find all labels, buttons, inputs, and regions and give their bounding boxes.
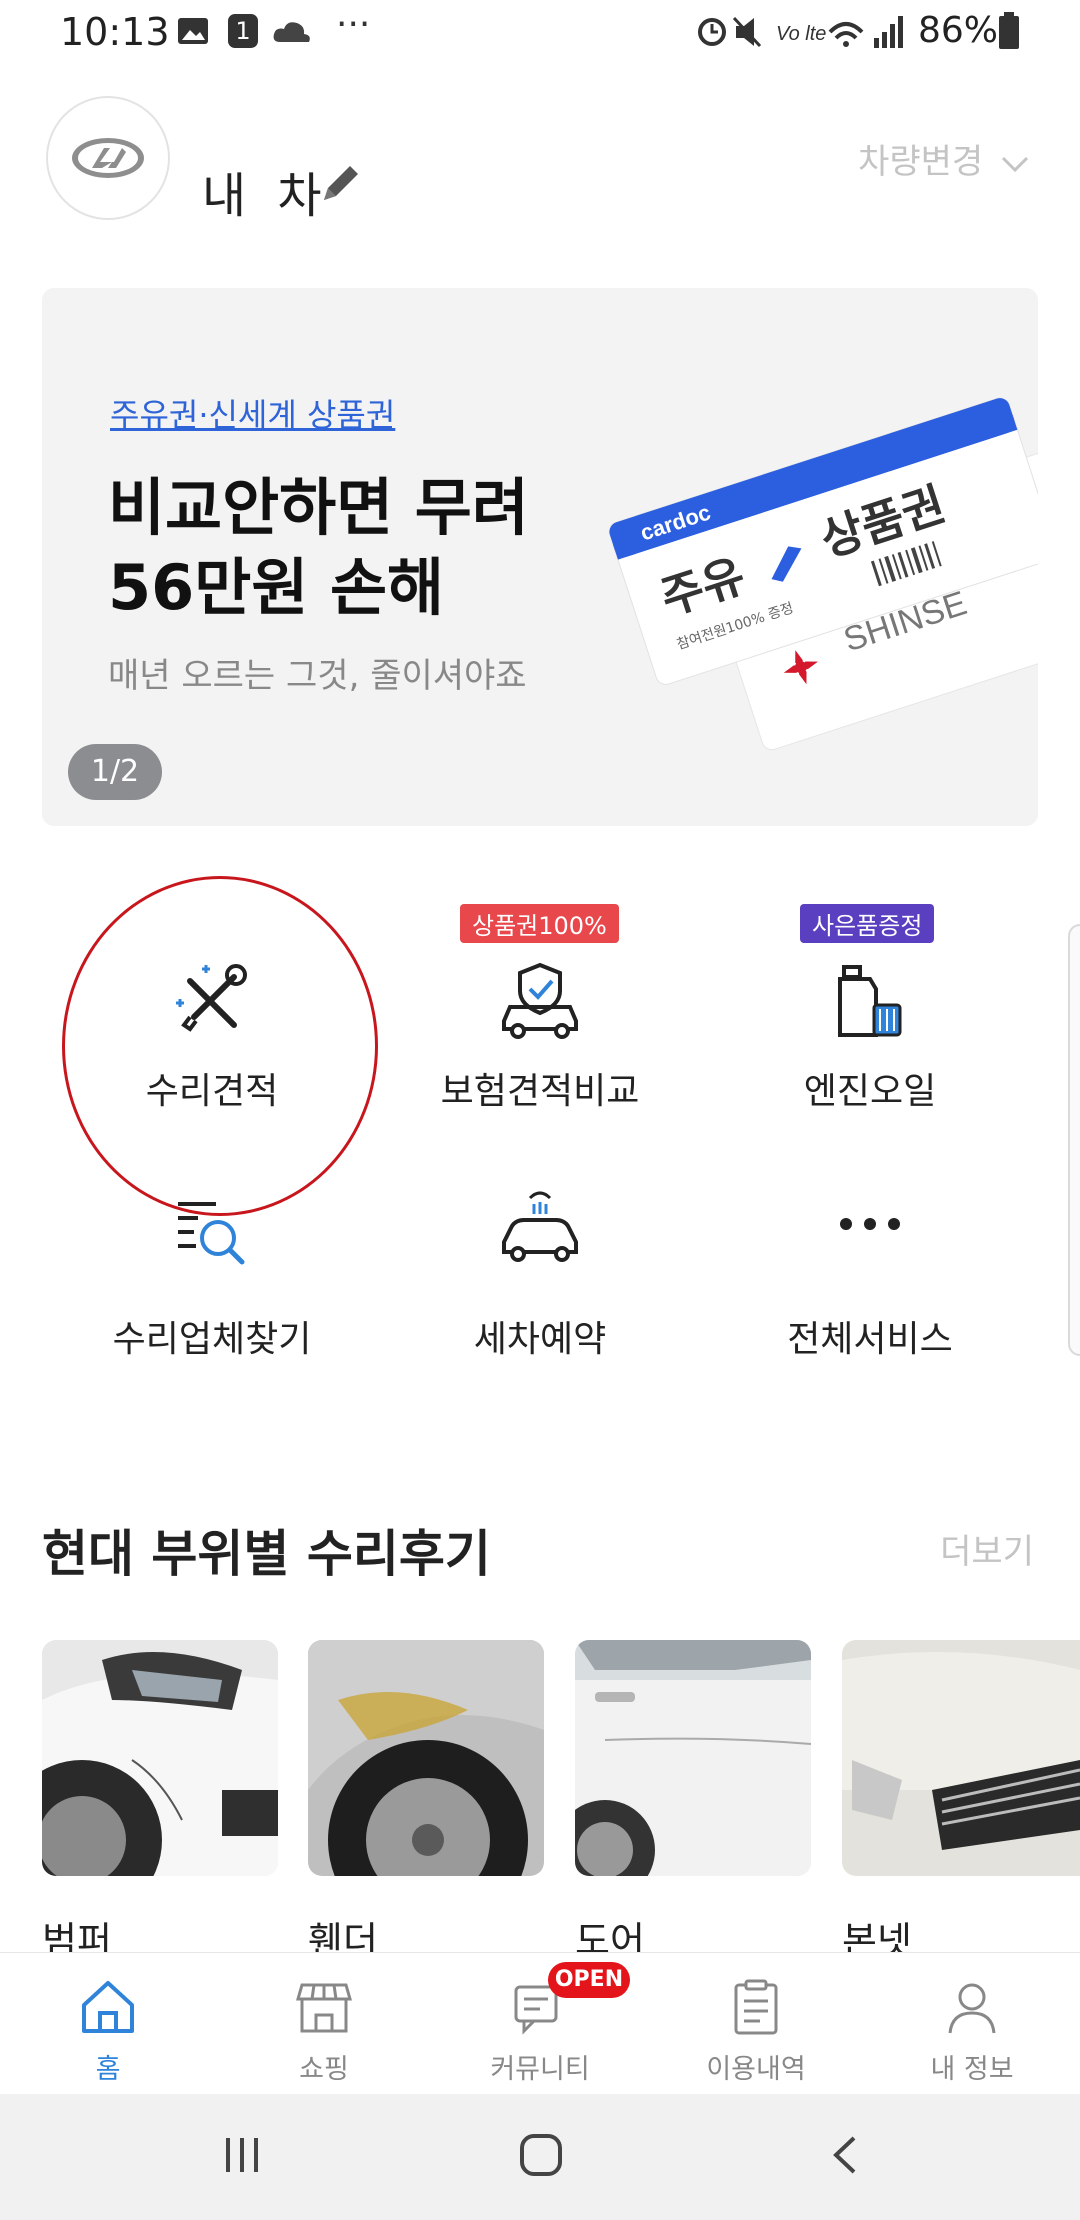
review-thumb-bumper[interactable]	[42, 1640, 278, 1876]
bumper-photo	[42, 1640, 278, 1876]
door-photo	[575, 1640, 811, 1876]
banner-tag[interactable]: 주유권·신세계 상품권	[110, 390, 395, 436]
banner-subtitle: 매년 오르는 그것, 줄이셔야죠	[108, 656, 527, 696]
reviews-section-title: 현대 부위별 수리후기	[42, 1525, 491, 1583]
store-icon	[296, 1983, 352, 2033]
review-thumb-fender[interactable]	[308, 1640, 544, 1876]
tab-home[interactable]: 홈	[0, 1953, 216, 2095]
battery-icon	[999, 12, 1019, 49]
status-bar: 10:13 1 ··· Vo lte 86%	[0, 0, 1080, 66]
hood-photo	[842, 1640, 1080, 1876]
more-dots-icon	[840, 1218, 900, 1230]
service-label: 세차예약	[473, 1319, 607, 1360]
car-wash-icon	[502, 1191, 578, 1262]
service-badge: 상품권100%	[460, 904, 619, 943]
tab-label: 홈	[95, 2054, 121, 2085]
service-car-wash[interactable]: 세차예약	[390, 1154, 690, 1374]
hyundai-logo-icon	[72, 138, 144, 178]
service-insurance-compare[interactable]: 상품권100% 보험견적비교	[390, 904, 690, 1124]
cloud-icon	[273, 22, 310, 42]
home-icon	[82, 1981, 134, 2033]
service-all-services[interactable]: 전체서비스	[720, 1154, 1020, 1374]
review-thumb-door[interactable]	[575, 1640, 811, 1876]
notification-count-icon: 1	[228, 14, 258, 48]
tab-label: 내 정보	[930, 2054, 1014, 2085]
battery-percent: 86%	[917, 10, 998, 51]
svg-text:Vo lte: Vo lte	[776, 23, 826, 45]
car-brand-avatar[interactable]	[46, 96, 170, 220]
service-label: 수리업체찾기	[112, 1319, 312, 1360]
car-title: 내 차	[202, 168, 330, 224]
fender-photo	[308, 1640, 544, 1876]
engine-oil-icon	[838, 965, 902, 1037]
community-open-badge: OPEN	[548, 1962, 630, 1998]
change-vehicle-button[interactable]: 차량변경	[858, 134, 1030, 183]
tab-my-info[interactable]: 내 정보	[864, 1953, 1080, 2095]
highlight-circle	[62, 876, 378, 1216]
tab-label: 이용내역	[706, 2054, 806, 2085]
home-button-icon[interactable]	[518, 2132, 564, 2178]
banner-page-counter: 1/2	[68, 744, 162, 800]
review-thumb-hood[interactable]	[842, 1640, 1080, 1876]
voucher-ticket-illustration: SHINSE cardoc 주유 상품권 참여전원100% 증정	[608, 397, 1038, 751]
reviews-more-link[interactable]: 더보기	[940, 1524, 1034, 1573]
gallery-icon	[178, 18, 208, 44]
back-icon[interactable]	[828, 2134, 862, 2176]
insurance-car-icon	[502, 962, 578, 1039]
service-label: 전체서비스	[787, 1319, 953, 1360]
tab-usage-history[interactable]: 이용내역	[648, 1953, 864, 2095]
chevron-down-icon	[1001, 156, 1029, 172]
user-icon	[948, 1983, 996, 2034]
service-label: 보험견적비교	[440, 1071, 640, 1112]
clipboard-icon	[734, 1979, 778, 2035]
recent-apps-icon[interactable]	[222, 2134, 264, 2176]
banner-headline: 비교안하면 무려 56만원 손해	[108, 471, 529, 624]
change-vehicle-label: 차량변경	[858, 142, 984, 182]
tab-label: 쇼핑	[299, 2054, 349, 2085]
side-scroll-handle[interactable]	[1068, 924, 1080, 1356]
status-time: 10:13	[60, 10, 170, 54]
service-label: 엔진오일	[803, 1071, 937, 1112]
edit-pencil-icon[interactable]	[318, 160, 364, 206]
tab-label: 커뮤니티	[490, 2054, 590, 2085]
status-icons: Vo lte	[698, 16, 903, 48]
more-notifications-icon: ···	[336, 4, 371, 45]
system-nav-bar	[0, 2094, 1080, 2220]
service-badge: 사은품증정	[800, 904, 935, 943]
bottom-tab-bar: 홈 쇼핑 커뮤니티 이용내역 내 정보	[0, 1952, 1080, 2095]
promo-banner[interactable]: 주유권·신세계 상품권 비교안하면 무려 56만원 손해 매년 오르는 그것, …	[42, 288, 1038, 826]
tab-shopping[interactable]: 쇼핑	[216, 1953, 432, 2095]
service-engine-oil[interactable]: 사은품증정 엔진오일	[720, 904, 1020, 1124]
